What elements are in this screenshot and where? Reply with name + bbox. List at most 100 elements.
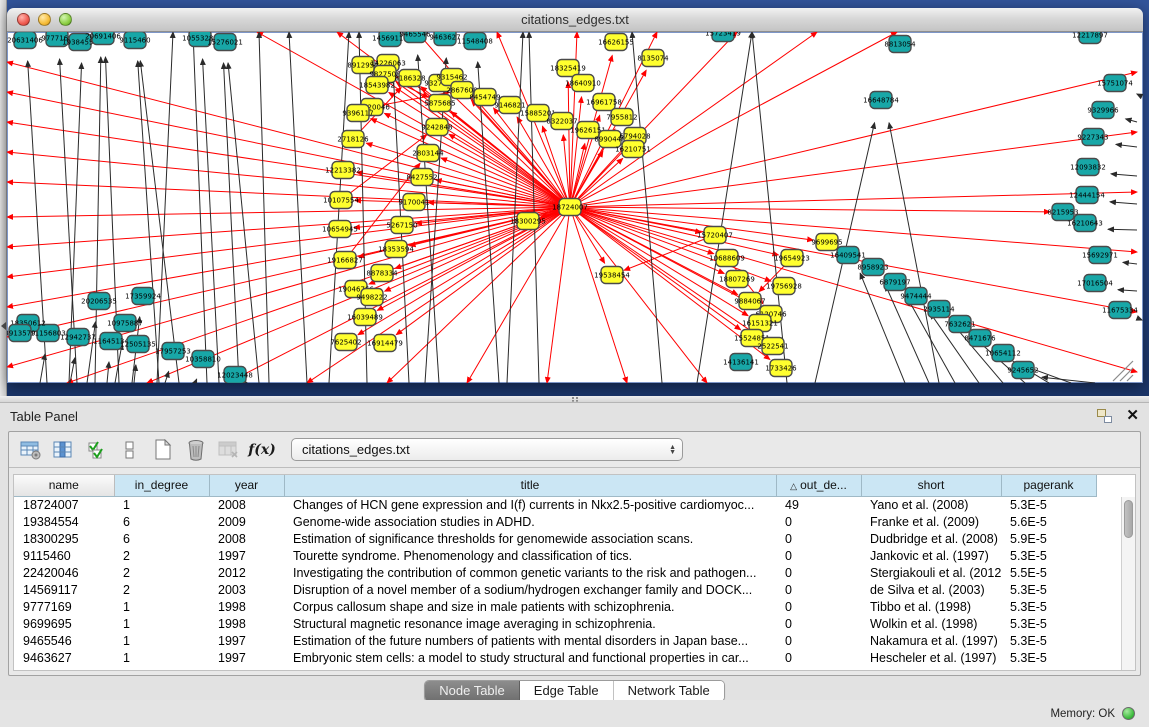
panel-divider[interactable]: [0, 396, 1149, 403]
graph-node[interactable]: 10975887: [107, 315, 143, 332]
graph-node[interactable]: 17016504: [1077, 275, 1113, 292]
graph-node[interactable]: 19538454: [594, 267, 630, 284]
table-scrollbar[interactable]: [1121, 497, 1135, 670]
graph-node[interactable]: 9463627: [429, 32, 460, 46]
table-scrollbar-thumb[interactable]: [1124, 500, 1133, 538]
graph-node[interactable]: 19756928: [766, 278, 802, 295]
table-row[interactable]: 1872400712008Changes of HCN gene express…: [14, 496, 1096, 513]
graph-node[interactable]: 3913579: [7, 325, 36, 342]
graph-node[interactable]: 9115460: [119, 32, 150, 49]
graph-node[interactable]: 9474444: [900, 288, 932, 305]
new-column-icon[interactable]: [151, 438, 175, 462]
delete-columns-icon[interactable]: [184, 438, 208, 462]
graph-node[interactable]: 9396117: [342, 105, 373, 122]
network-view-canvas[interactable]: 1872400718300295891295414226063982750818…: [7, 32, 1143, 383]
graph-node[interactable]: 9498222: [356, 289, 387, 306]
graph-node[interactable]: 12217897: [1072, 32, 1108, 44]
graph-node[interactable]: 8186328: [394, 70, 425, 87]
close-panel-icon[interactable]: ✕: [1126, 409, 1139, 423]
graph-node[interactable]: 10107554: [323, 192, 359, 209]
deselect-all-icon[interactable]: [118, 438, 142, 462]
graph-node[interactable]: 7625402: [330, 334, 361, 351]
graph-node[interactable]: 20631406: [7, 32, 43, 49]
graph-node[interactable]: 12093832: [1070, 159, 1106, 176]
table-selector-dropdown[interactable]: citations_edges.txt▲▼: [291, 438, 683, 461]
graph-node[interactable]: 14136141: [723, 354, 759, 371]
graph-node[interactable]: 12213382: [325, 162, 361, 179]
graph-node[interactable]: 8427552: [406, 169, 437, 186]
graph-node[interactable]: 15723419: [705, 32, 741, 42]
table-row[interactable]: 911546021997Tourette syndrome. Phenomeno…: [14, 547, 1096, 564]
graph-node[interactable]: 11675334: [1102, 302, 1138, 319]
column-header-name[interactable]: name: [14, 475, 114, 496]
graph-node[interactable]: 9227343: [1077, 129, 1108, 146]
graph-node[interactable]: 12023448: [217, 367, 253, 384]
graph-node[interactable]: 2522541: [757, 338, 788, 355]
graph-node[interactable]: 19166827: [327, 252, 363, 269]
float-panel-icon[interactable]: [1097, 409, 1112, 423]
graph-node[interactable]: 6879197: [879, 274, 910, 291]
tab-node-table[interactable]: Node Table: [425, 681, 520, 701]
graph-node[interactable]: 2718126: [337, 131, 369, 148]
column-header-title[interactable]: title: [284, 475, 776, 496]
minimize-window-button[interactable]: [38, 13, 51, 26]
table-row[interactable]: 1456911722003Disruption of a novel membe…: [14, 581, 1096, 598]
resize-grip-icon[interactable]: [1113, 361, 1133, 381]
citation-network-graph[interactable]: 1872400718300295891295414226063982750818…: [7, 32, 1143, 383]
tab-network-table[interactable]: Network Table: [614, 681, 724, 701]
table-row[interactable]: 946362711997Embryonic stem cells: a mode…: [14, 649, 1096, 666]
graph-node[interactable]: 19654923: [774, 250, 810, 267]
column-header-in-degree[interactable]: in_degree: [114, 475, 209, 496]
column-header-pagerank[interactable]: pagerank: [1001, 475, 1096, 496]
graph-node[interactable]: 16914479: [367, 335, 403, 352]
column-header-out-de-[interactable]: △out_de...: [776, 475, 861, 496]
graph-node[interactable]: 20206535: [81, 293, 117, 310]
graph-node[interactable]: 9242848: [421, 119, 452, 136]
graph-node[interactable]: 8471676: [964, 330, 996, 347]
divider-handle-icon[interactable]: [572, 397, 578, 402]
table-row[interactable]: 977716911998Corpus callosum shape and si…: [14, 598, 1096, 615]
graph-node[interactable]: 8878334: [366, 265, 398, 282]
memory-status-indicator[interactable]: [1122, 707, 1135, 720]
graph-node[interactable]: 5267150: [386, 217, 417, 234]
graph-node[interactable]: 8813054: [884, 36, 916, 53]
graph-node[interactable]: 1733426: [765, 360, 797, 377]
table-options-icon[interactable]: [19, 438, 43, 462]
column-visibility-icon[interactable]: [52, 438, 76, 462]
table-row[interactable]: 2242004622012Investigating the contribut…: [14, 564, 1096, 581]
function-builder-icon[interactable]: f(x): [250, 438, 274, 462]
tab-edge-table[interactable]: Edge Table: [520, 681, 614, 701]
graph-node[interactable]: 10654112: [985, 345, 1021, 362]
graph-node[interactable]: 18353594: [378, 241, 414, 258]
select-all-icon[interactable]: [85, 438, 109, 462]
zoom-window-button[interactable]: [59, 13, 72, 26]
graph-node[interactable]: 16626155: [598, 34, 634, 51]
column-header-short[interactable]: short: [861, 475, 1001, 496]
graph-node[interactable]: 8135074: [637, 50, 669, 67]
graph-node[interactable]: 15692971: [1082, 247, 1118, 264]
network-window-titlebar[interactable]: citations_edges.txt: [7, 8, 1143, 32]
graph-node[interactable]: 10688609: [709, 250, 745, 267]
close-window-button[interactable]: [17, 13, 30, 26]
table-row[interactable]: 1830029562008Estimation of significance …: [14, 530, 1096, 547]
graph-node[interactable]: 7955812: [606, 109, 637, 126]
collapsed-panel-strip[interactable]: [0, 0, 7, 396]
graph-node[interactable]: 12444154: [1069, 187, 1105, 204]
traffic-lights: [17, 13, 72, 26]
graph-node[interactable]: 15751074: [1097, 75, 1133, 92]
graph-node[interactable]: 11548408: [457, 33, 493, 50]
graph-node[interactable]: 16648784: [863, 92, 899, 109]
column-header-year[interactable]: year: [209, 475, 284, 496]
graph-node[interactable]: 8958923: [857, 259, 888, 276]
table-row[interactable]: 946554611997Estimation of the future num…: [14, 632, 1096, 649]
table-row[interactable]: 1938455462009Genome-wide association stu…: [14, 513, 1096, 530]
graph-node[interactable]: 10654945: [322, 221, 358, 238]
graph-node[interactable]: 5875685: [424, 95, 455, 112]
graph-node[interactable]: 2935114: [923, 301, 955, 318]
graph-node[interactable]: 15720407: [697, 227, 733, 244]
graph-node[interactable]: 9170041: [398, 194, 429, 211]
graph-node[interactable]: 17359924: [125, 288, 161, 305]
table-row[interactable]: 969969511998Structural magnetic resonanc…: [14, 615, 1096, 632]
graph-node[interactable]: 9245652: [1007, 362, 1038, 379]
graph-node[interactable]: 9329966: [1087, 102, 1119, 119]
